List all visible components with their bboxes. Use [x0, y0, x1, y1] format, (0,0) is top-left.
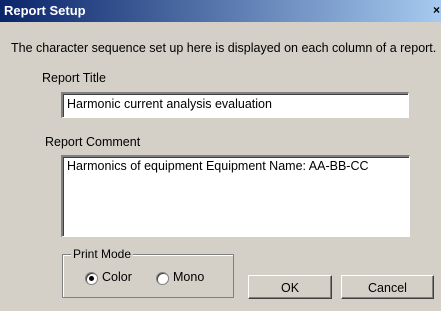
- description-text: The character sequence set up here is di…: [11, 41, 437, 55]
- report-title-input[interactable]: Harmonic current analysis evaluation: [61, 92, 409, 118]
- mono-radio[interactable]: [156, 272, 169, 285]
- report-setup-dialog: Report Setup × The character sequence se…: [0, 0, 441, 311]
- color-radio[interactable]: [85, 272, 98, 285]
- report-comment-label: Report Comment: [45, 135, 141, 149]
- title-bar[interactable]: Report Setup ×: [0, 0, 441, 22]
- print-mode-label: Print Mode: [71, 247, 134, 261]
- print-mode-group: Print Mode Color Mono: [62, 247, 234, 298]
- color-radio-label[interactable]: Color: [102, 270, 132, 284]
- radio-selected-dot: [89, 276, 94, 281]
- cancel-button[interactable]: Cancel: [341, 275, 434, 299]
- mono-radio-label[interactable]: Mono: [173, 270, 204, 284]
- ok-button[interactable]: OK: [248, 275, 332, 299]
- report-comment-textarea[interactable]: Harmonics of equipment Equipment Name: A…: [61, 155, 410, 237]
- window-title: Report Setup: [4, 3, 86, 18]
- report-title-label: Report Title: [42, 71, 106, 85]
- close-icon[interactable]: ×: [431, 2, 441, 18]
